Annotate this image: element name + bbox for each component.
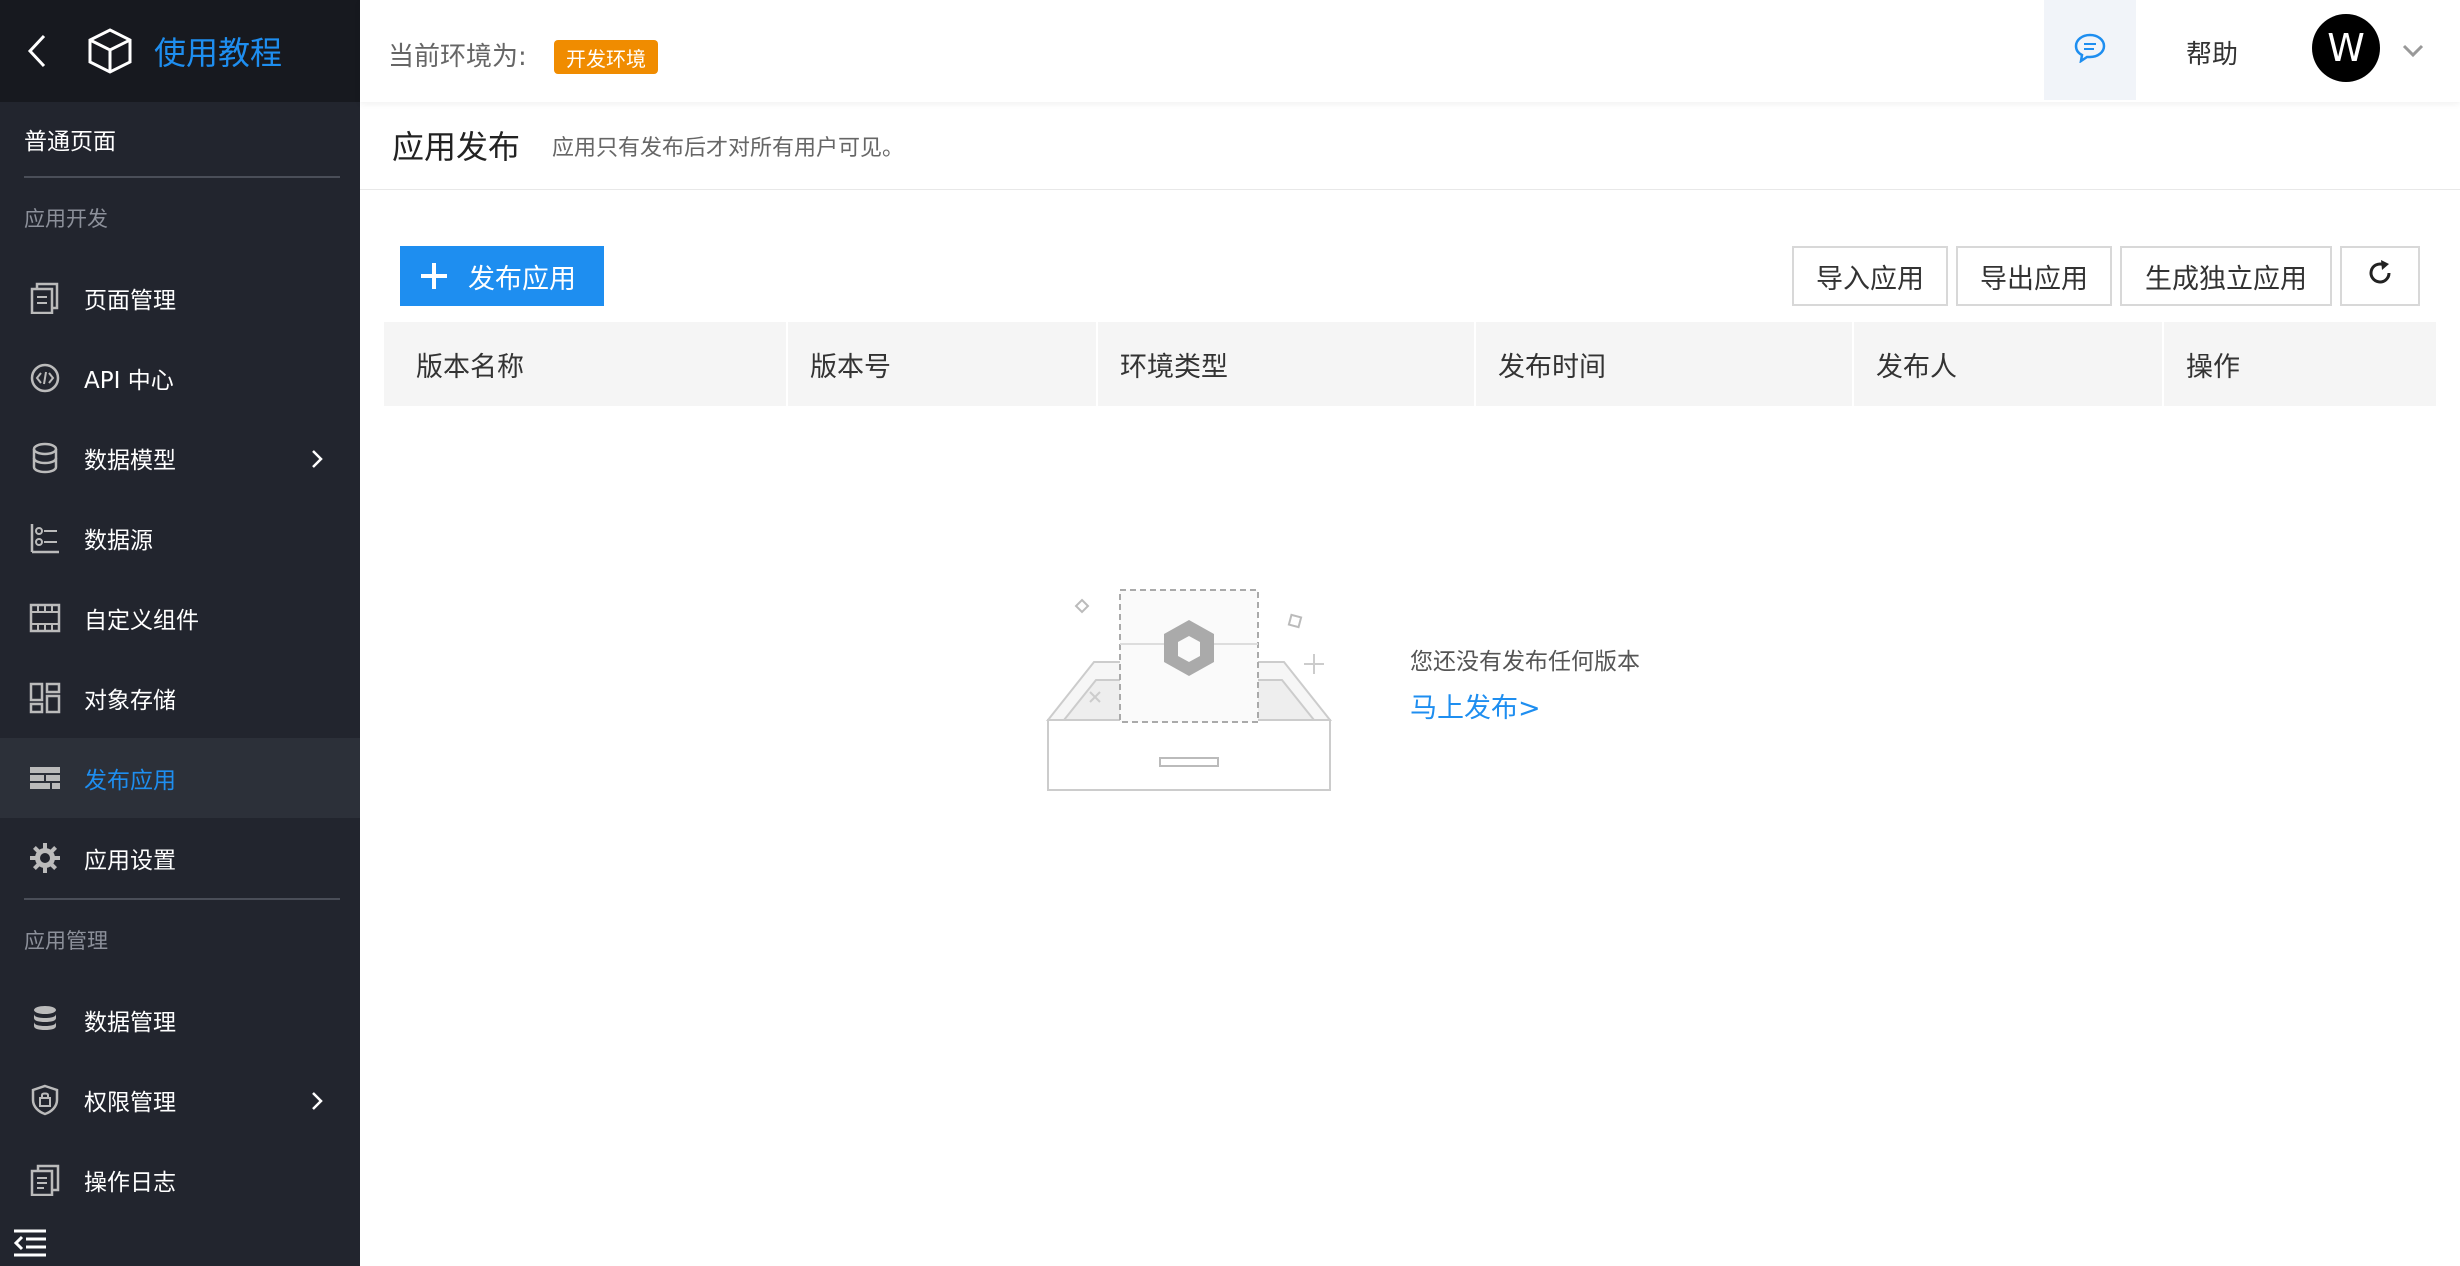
empty-inbox-illustration bbox=[1044, 582, 1334, 792]
column-header-version-name: 版本名称 bbox=[384, 322, 788, 406]
page-subtitle: 应用只有发布后才对所有用户可见。 bbox=[552, 136, 905, 161]
help-link[interactable]: 帮助 bbox=[2186, 34, 2238, 71]
plus-icon bbox=[420, 262, 448, 290]
log-icon bbox=[28, 1163, 62, 1197]
refresh-icon bbox=[2365, 258, 2395, 295]
sidebar-item-publish-app[interactable]: 发布应用 bbox=[0, 738, 360, 818]
sidebar-header: 使用教程 bbox=[0, 0, 360, 102]
empty-message: 您还没有发布任何版本 bbox=[1410, 649, 1640, 675]
column-header-publish-time: 发布时间 bbox=[1476, 322, 1854, 406]
sidebar-item-label: 数据管理 bbox=[84, 1010, 176, 1036]
sidebar-item-operation-log[interactable]: 操作日志 bbox=[0, 1140, 360, 1220]
page-title: 应用发布 bbox=[392, 128, 521, 166]
publish-app-label: 发布应用 bbox=[468, 263, 576, 295]
sidebar-item-object-storage[interactable]: 对象存储 bbox=[0, 658, 360, 738]
env-badge: 开发环境 bbox=[554, 40, 658, 74]
column-header-publisher: 发布人 bbox=[1854, 322, 2164, 406]
collapse-menu-icon[interactable] bbox=[12, 1228, 48, 1258]
chevron-right-icon bbox=[306, 1090, 328, 1112]
shield-icon bbox=[28, 1083, 62, 1117]
cube-icon bbox=[86, 27, 134, 75]
env-label: 当前环境为: bbox=[388, 42, 527, 72]
component-icon bbox=[28, 601, 62, 635]
column-header-env-type: 环境类型 bbox=[1098, 322, 1476, 406]
back-icon[interactable] bbox=[26, 31, 56, 71]
sidebar-item-normal-page[interactable]: 普通页面 bbox=[0, 102, 360, 176]
avatar[interactable]: W bbox=[2312, 14, 2380, 82]
message-button[interactable] bbox=[2044, 0, 2136, 100]
generate-standalone-button[interactable]: 生成独立应用 bbox=[2120, 246, 2332, 306]
sidebar-item-datasource[interactable]: 数据源 bbox=[0, 498, 360, 578]
export-app-button[interactable]: 导出应用 bbox=[1956, 246, 2112, 306]
sidebar-item-label: 权限管理 bbox=[84, 1090, 176, 1116]
sidebar-item-label: 操作日志 bbox=[84, 1170, 176, 1196]
column-header-actions: 操作 bbox=[2186, 351, 2240, 383]
sidebar-item-label: 发布应用 bbox=[84, 768, 176, 794]
chevron-right-icon bbox=[306, 448, 328, 470]
sidebar-item-label: 对象存储 bbox=[84, 688, 176, 714]
app-name: 使用教程 bbox=[154, 34, 283, 72]
sidebar-item-app-settings[interactable]: 应用设置 bbox=[0, 818, 360, 898]
sidebar-item-permission[interactable]: 权限管理 bbox=[0, 1060, 360, 1140]
page-title-bar: 应用发布 应用只有发布后才对所有用户可见。 bbox=[360, 102, 2460, 190]
sidebar-item-page-manage[interactable]: 页面管理 bbox=[0, 258, 360, 338]
chevron-down-icon[interactable] bbox=[2400, 38, 2426, 64]
column-header-version-number: 版本号 bbox=[788, 322, 1098, 406]
sidebar-item-label: 自定义组件 bbox=[84, 608, 199, 634]
gear-icon bbox=[28, 841, 62, 875]
sidebar-item-data-manage[interactable]: 数据管理 bbox=[0, 980, 360, 1060]
sidebar: 使用教程 普通页面 应用开发 页面管理 API 中心 数据模型 数据源 自定义组… bbox=[0, 0, 360, 1266]
sidebar-item-label: API 中心 bbox=[84, 368, 174, 394]
api-icon bbox=[28, 361, 62, 395]
storage-icon bbox=[28, 681, 62, 715]
sidebar-item-label: 数据源 bbox=[84, 528, 153, 554]
sidebar-item-data-model[interactable]: 数据模型 bbox=[0, 418, 360, 498]
sidebar-item-label: 应用设置 bbox=[84, 848, 176, 874]
sidebar-item-custom-component[interactable]: 自定义组件 bbox=[0, 578, 360, 658]
publish-icon bbox=[28, 761, 62, 795]
sidebar-item-api[interactable]: API 中心 bbox=[0, 338, 360, 418]
table-header: 版本名称 版本号 环境类型 发布时间 发布人 操作 bbox=[384, 322, 2436, 406]
sidebar-section-manage: 应用管理 bbox=[24, 929, 108, 953]
page-manage-icon bbox=[28, 281, 62, 315]
publish-now-link[interactable]: 马上发布> bbox=[1410, 686, 1541, 725]
refresh-button[interactable] bbox=[2340, 246, 2420, 306]
chat-icon bbox=[2074, 33, 2106, 67]
sidebar-item-label: 页面管理 bbox=[84, 288, 176, 314]
sidebar-section-dev: 应用开发 bbox=[24, 207, 108, 231]
data-manage-icon bbox=[28, 1003, 62, 1037]
datasource-icon bbox=[28, 521, 62, 555]
database-icon bbox=[28, 441, 62, 475]
publish-app-button[interactable]: 发布应用 bbox=[400, 246, 604, 306]
sidebar-item-label: 数据模型 bbox=[84, 448, 176, 474]
top-header: 当前环境为: 开发环境 帮助 W bbox=[360, 0, 2460, 102]
import-app-button[interactable]: 导入应用 bbox=[1792, 246, 1948, 306]
